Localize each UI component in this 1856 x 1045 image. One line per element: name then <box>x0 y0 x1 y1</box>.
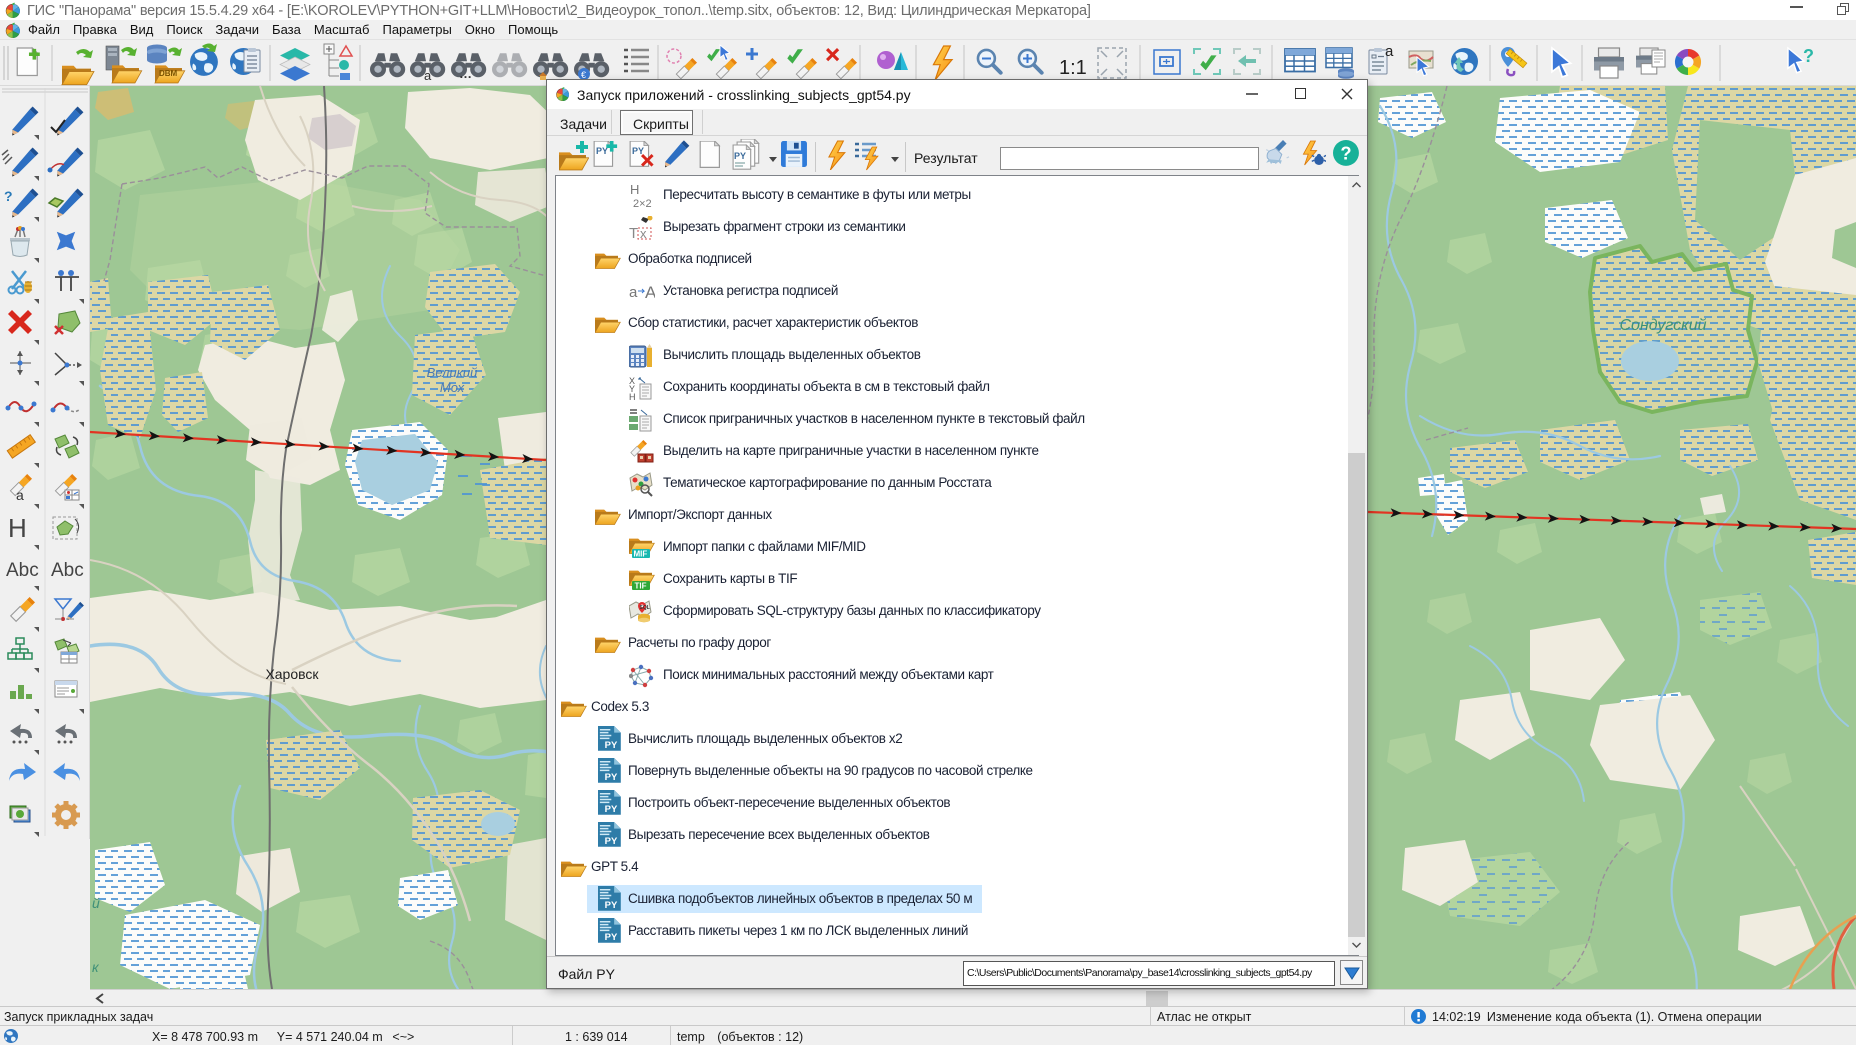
svg-text:?: ? <box>4 188 13 204</box>
svg-text:PY: PY <box>596 146 608 156</box>
svg-text:MIF: MIF <box>634 550 648 559</box>
svg-text:H: H <box>630 184 639 197</box>
svg-text:a: a <box>629 284 638 301</box>
svg-text:DBM: DBM <box>159 69 178 78</box>
svg-text:1:1: 1:1 <box>1059 57 1087 79</box>
svg-text:a: a <box>424 68 432 83</box>
svg-text:H: H <box>629 392 636 402</box>
svg-text:T: T <box>629 225 638 242</box>
svg-text:x: x <box>640 226 647 241</box>
svg-text:Abc: Abc <box>51 560 84 581</box>
svg-text:a: a <box>1385 43 1394 60</box>
svg-text:a: a <box>16 487 24 503</box>
svg-text:Харовск: Харовск <box>265 666 319 682</box>
svg-text:й: й <box>92 895 100 911</box>
svg-text:…: … <box>459 66 472 81</box>
svg-text:A: A <box>645 283 655 302</box>
svg-text:2×2: 2×2 <box>633 198 652 210</box>
svg-text:Abc: Abc <box>6 560 39 581</box>
svg-text:TIF: TIF <box>635 582 647 591</box>
svg-text:Великий: Великий <box>427 365 478 380</box>
svg-text:PY: PY <box>632 146 644 156</box>
svg-text:SQL: SQL <box>640 605 650 611</box>
svg-text:PY: PY <box>734 151 746 161</box>
svg-text:Мох: Мох <box>440 380 465 395</box>
svg-text:H: H <box>8 513 27 543</box>
svg-text:Сондугский: Сондугский <box>1620 317 1707 334</box>
svg-text:?: ? <box>1803 46 1814 66</box>
